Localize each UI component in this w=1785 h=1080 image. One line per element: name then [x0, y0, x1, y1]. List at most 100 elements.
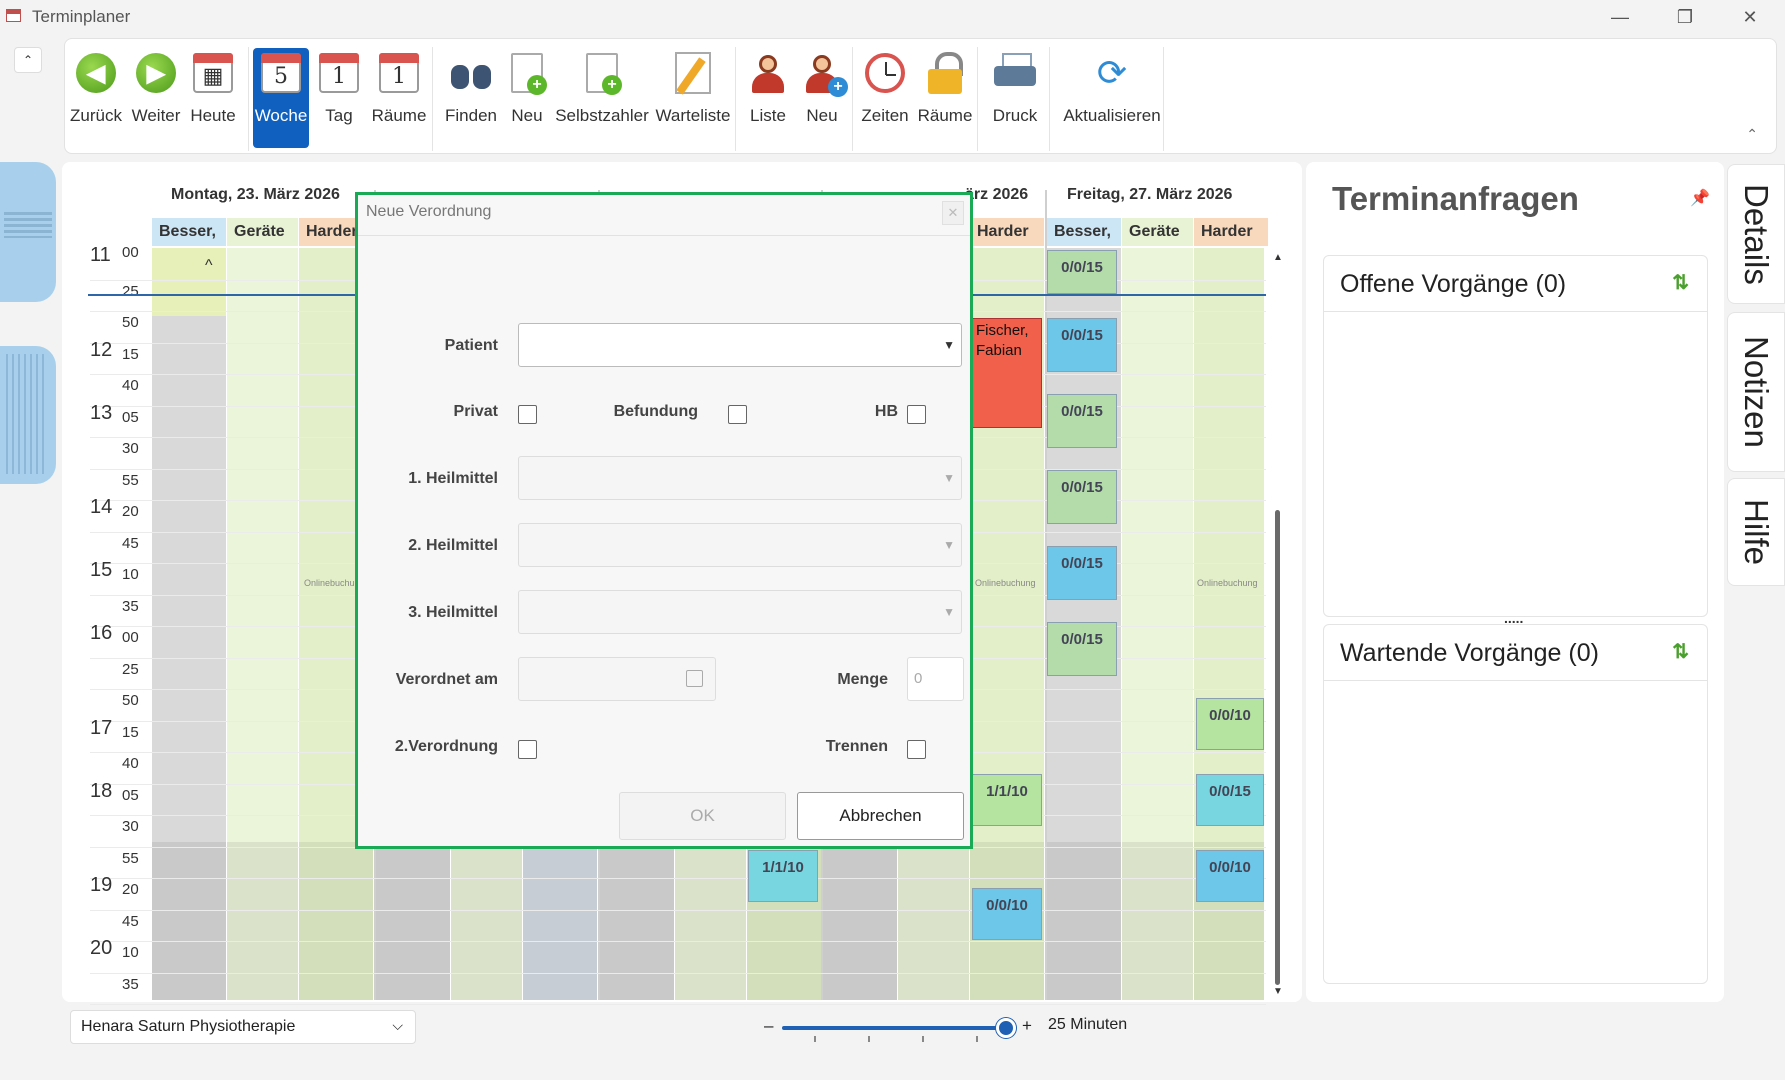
split-checkbox[interactable] [907, 740, 926, 759]
resource-header[interactable]: Besser, [1047, 218, 1121, 246]
calendar-scrollbar[interactable]: ▲ ▼ [1273, 248, 1283, 998]
resource-header[interactable]: Harder [1194, 218, 1268, 246]
remedy2-label: 2. Heilmittel [408, 537, 498, 554]
appointment-block[interactable]: 0/0/15 [1047, 546, 1117, 600]
new-prescription-dialog: Neue Verordnung ✕ Patient ▼ Privat Befun… [355, 192, 973, 849]
week-view-button[interactable]: 5 Woche [253, 48, 309, 148]
appointment-block[interactable]: 1/1/10 [972, 774, 1042, 826]
befundung-label: Befundung [613, 403, 698, 420]
hb-checkbox[interactable] [907, 405, 926, 424]
remedy1-label: 1. Heilmittel [408, 470, 498, 487]
pin-icon[interactable]: 📌 [1690, 188, 1710, 208]
closed-hours-shade [152, 842, 226, 1000]
appointment-block[interactable]: 0/0/15 [1196, 774, 1264, 826]
resource-header[interactable]: Harder [970, 218, 1044, 246]
zoom-track[interactable] [782, 1026, 1002, 1030]
self-payer-button[interactable]: + Selbstzahler [555, 48, 649, 148]
refresh-button[interactable]: ⟳ Aktualisieren [1057, 48, 1167, 148]
rooms-view-button[interactable]: 1 Räume [371, 48, 427, 148]
second-prescription-checkbox[interactable] [518, 740, 537, 759]
zoom-knob[interactable] [996, 1018, 1016, 1038]
patient-list-button[interactable]: Liste [745, 48, 791, 148]
calendar-today-icon: ▦ [193, 53, 233, 93]
appointment-block[interactable]: 0/0/10 [1196, 850, 1264, 902]
minute-label: 05 [122, 408, 139, 426]
scroll-up-icon[interactable]: ▲ [1273, 252, 1283, 263]
resource-header[interactable]: Geräte [227, 218, 298, 246]
chevron-down-icon: ▼ [943, 338, 955, 352]
rooms-lock-button[interactable]: Räume [917, 48, 973, 148]
lock-icon [928, 52, 963, 94]
private-checkbox[interactable] [518, 405, 537, 424]
appointment-block[interactable]: Fischer, Fabian [972, 318, 1042, 428]
ribbon-collapse-button[interactable]: ⌃ [1746, 126, 1758, 143]
minute-label: 45 [122, 534, 139, 552]
mini-week-panel[interactable] [0, 162, 56, 302]
remedy1-combo[interactable]: ▼ [518, 456, 962, 500]
zoom-minus[interactable]: – [764, 1016, 773, 1036]
appointment-block[interactable]: 1/1/10 [748, 850, 818, 902]
closed-hours-shade [1047, 842, 1121, 1000]
new-patient-button[interactable]: + Neu [799, 48, 848, 148]
appointment-block[interactable]: 0/0/10 [1196, 698, 1264, 750]
waiting-cases-title: Wartende Vorgänge (0) [1340, 639, 1599, 667]
befundung-checkbox[interactable] [728, 405, 747, 424]
restore-button[interactable]: ❐ [1655, 0, 1715, 34]
appointment-block[interactable]: 0/0/15 [1047, 250, 1117, 294]
patient-combo[interactable]: ▼ [518, 323, 962, 367]
sort-icon[interactable]: ⇅ [1672, 639, 1689, 664]
day-view-button[interactable]: 1 Tag [317, 48, 361, 148]
appointment-block[interactable]: 0/0/10 [972, 888, 1042, 940]
minute-label: 55 [122, 471, 139, 489]
time-gridline [90, 878, 1266, 879]
scroll-down-icon[interactable]: ▼ [1273, 986, 1283, 997]
day-header-friday: Freitag, 27. März 2026 [1067, 186, 1233, 203]
zoom-label: 25 Minuten [1048, 1016, 1128, 1033]
minimize-button[interactable]: — [1590, 0, 1650, 34]
dialog-title: Neue Verordnung [366, 203, 492, 220]
resource-header[interactable]: Geräte [1122, 218, 1193, 246]
ordered-date-field[interactable] [518, 657, 716, 701]
new-appointment-button[interactable]: + Neu [505, 48, 549, 148]
resource-header[interactable]: Besser, [152, 218, 226, 246]
tab-hilfe[interactable]: Hilfe [1727, 478, 1785, 586]
chevron-down-icon: ▼ [943, 538, 955, 552]
ordered-date-label: Verordnet am [395, 671, 498, 688]
appointment-block[interactable]: 0/0/15 [1047, 394, 1117, 448]
appointment-block[interactable]: 0/0/15 [1047, 622, 1117, 676]
cancel-button[interactable]: Abbrechen [797, 792, 964, 840]
zoom-plus[interactable]: + [1022, 1016, 1032, 1036]
practice-select[interactable]: Henara Saturn Physiotherapie ⌵ [70, 1010, 416, 1044]
hour-label: 15 [90, 559, 113, 581]
quantity-field[interactable]: 0 [907, 657, 964, 701]
appointment-block[interactable]: 0/0/15 [1047, 318, 1117, 372]
minute-label: 55 [122, 849, 139, 867]
collapse-caret-icon[interactable]: ^ [205, 257, 213, 275]
quantity-label: Menge [837, 671, 888, 688]
mini-week-preview [4, 212, 52, 238]
close-button[interactable]: ✕ [1720, 0, 1780, 34]
appointment-block[interactable]: 0/0/15 [1047, 470, 1117, 524]
waitlist-button[interactable]: Warteliste [653, 48, 733, 148]
sort-icon[interactable]: ⇅ [1672, 270, 1689, 295]
tab-notizen[interactable]: Notizen [1727, 312, 1785, 472]
tab-details[interactable]: Details [1727, 164, 1785, 304]
times-button[interactable]: Zeiten [860, 48, 910, 148]
arrow-left-icon: ◀ [76, 53, 116, 93]
mini-month-panel[interactable] [0, 346, 56, 484]
collapse-toolbar-button[interactable]: ⌃ [14, 47, 42, 73]
remedy2-combo[interactable]: ▼ [518, 523, 962, 567]
remedy3-combo[interactable]: ▼ [518, 590, 962, 634]
close-icon[interactable]: ✕ [942, 201, 964, 225]
scrollbar-thumb[interactable] [1275, 510, 1280, 985]
find-button[interactable]: Finden [443, 48, 499, 148]
print-button[interactable]: Druck [987, 48, 1043, 148]
today-button[interactable]: ▦ Heute [190, 48, 236, 148]
toolbar-ribbon: ◀ Zurück ▶ Weiter ▦ Heute 5 Woche 1 Tag … [64, 38, 1777, 154]
forward-button[interactable]: ▶ Weiter [132, 48, 180, 148]
calendar-icon[interactable] [686, 670, 703, 687]
closed-hours-shade [227, 842, 298, 1000]
chevron-down-icon: ▼ [943, 605, 955, 619]
ok-button[interactable]: OK [619, 792, 786, 840]
back-button[interactable]: ◀ Zurück [70, 48, 122, 148]
